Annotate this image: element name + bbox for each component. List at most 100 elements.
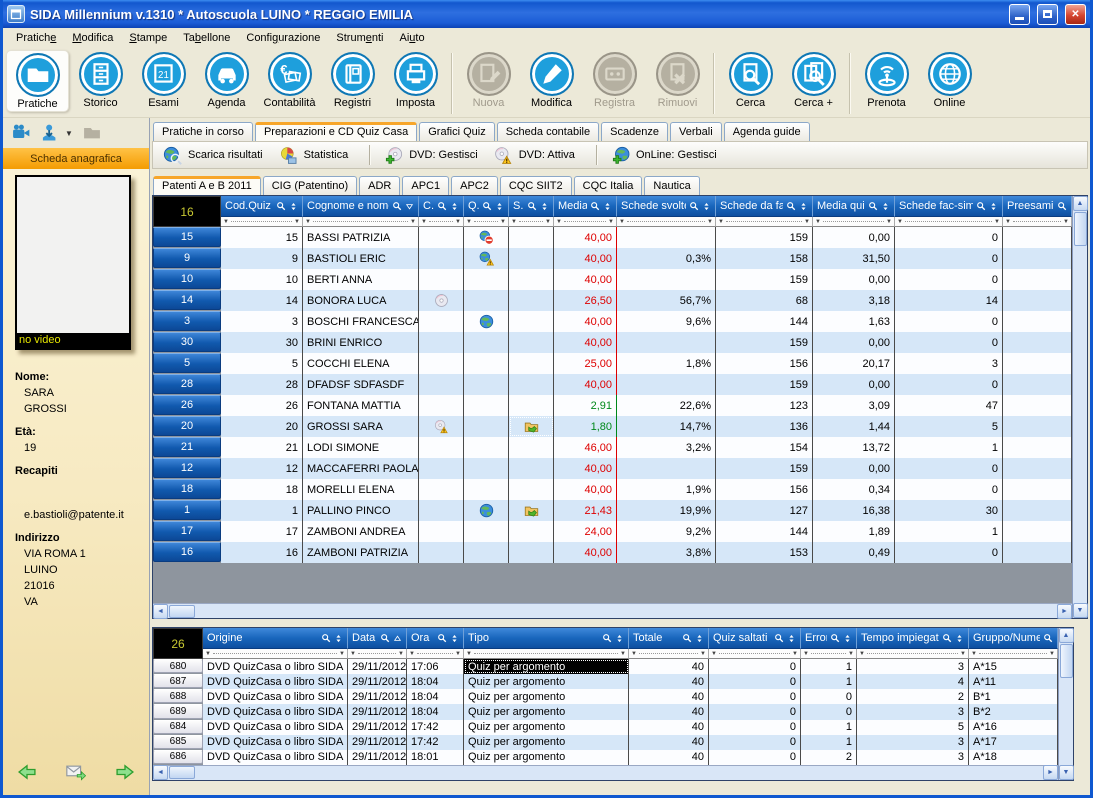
cell-errori[interactable]: 0 [801,689,857,704]
row-select-button[interactable]: 21 [153,437,221,457]
table-row[interactable]: 687DVD QuizCasa o libro SIDA29/11/201218… [153,674,1058,689]
cell-media[interactable]: 40,00 [554,332,617,353]
cell-nome[interactable]: COCCHI ELENA [303,353,419,374]
cell-pre[interactable] [1003,395,1072,416]
cell-media[interactable]: 40,00 [554,269,617,290]
cell-cod[interactable]: 26 [221,395,303,416]
row-select-button[interactable]: 1 [153,500,221,520]
cell-ora[interactable]: 18:04 [407,689,464,704]
scroll-left-button[interactable]: ◄ [153,765,168,780]
column-filter-schede-svolte[interactable]: ▼▼ [617,217,716,227]
cell-media[interactable]: 40,00 [554,311,617,332]
cell-fac[interactable]: 1 [895,437,1003,458]
table-row[interactable]: 686DVD QuizCasa o libro SIDA29/11/201218… [153,750,1058,765]
cell-s[interactable] [509,458,554,479]
cell-cod[interactable]: 15 [221,227,303,248]
cell-totale[interactable]: 40 [629,750,709,765]
cell-nome[interactable]: MACCAFERRI PAOLA [303,458,419,479]
cell-pre[interactable] [1003,479,1072,500]
cell-ora[interactable]: 18:01 [407,750,464,765]
cell-cod[interactable]: 17 [221,521,303,542]
cell-nome[interactable]: DFADSF SDFASDF [303,374,419,395]
cell-s[interactable] [509,290,554,311]
row-select-button[interactable]: 10 [153,269,221,289]
table-row[interactable]: 685DVD QuizCasa o libro SIDA29/11/201217… [153,735,1058,750]
cell-tipo[interactable]: Quiz per argomento [464,659,629,674]
column-filter-totale[interactable]: ▼▼ [629,649,709,659]
cell-c[interactable] [419,521,464,542]
cell-cod[interactable]: 10 [221,269,303,290]
cell-fac[interactable]: 0 [895,479,1003,500]
scroll-right-button[interactable]: ► [1043,765,1058,780]
subtoolbar-online-gestisci-button[interactable]: OnLine: Gestisci [607,144,729,167]
maximize-button[interactable] [1037,4,1058,25]
cell-svolte[interactable]: 56,7% [617,290,716,311]
tab-pratiche-in-corso[interactable]: Pratiche in corso [153,122,253,141]
cell-s[interactable] [509,437,554,458]
cell-media[interactable]: 40,00 [554,374,617,395]
cell-cod[interactable]: 21 [221,437,303,458]
table-row[interactable]: 1818MORELLI ELENA40,001,9%1560,340 [153,479,1072,500]
toolbar-cerca-button[interactable]: Cerca [719,50,782,110]
cell-fare[interactable]: 68 [716,290,813,311]
cell-s[interactable] [509,353,554,374]
cell-pre[interactable] [1003,290,1072,311]
cell-gruppo[interactable]: A*17 [969,735,1058,750]
cell-totale[interactable]: 40 [629,720,709,735]
cell-tempo[interactable]: 3 [857,659,969,674]
column-header-media[interactable]: Media [554,196,617,217]
cell-pre[interactable] [1003,353,1072,374]
cell-media[interactable]: 46,00 [554,437,617,458]
cell-totale[interactable]: 40 [629,689,709,704]
cell-mquiz[interactable]: 0,00 [813,227,895,248]
cell-fare[interactable]: 156 [716,353,813,374]
cell-saltati[interactable]: 0 [709,735,801,750]
cell-q[interactable] [464,311,509,332]
cell-fac[interactable]: 47 [895,395,1003,416]
cell-mquiz[interactable]: 1,63 [813,311,895,332]
toolbar-cerca-button[interactable]: Cerca + [782,50,845,110]
cell-q[interactable] [464,500,509,521]
cell-s[interactable] [509,332,554,353]
column-header-tempo-impiegato[interactable]: Tempo impiegato [857,628,969,649]
cell-data[interactable]: 29/11/2012 [348,750,407,765]
cell-origine[interactable]: DVD QuizCasa o libro SIDA [203,735,348,750]
column-header-c[interactable]: C... [419,196,464,217]
previous-record-button[interactable] [17,762,37,782]
toolbar-esami-button[interactable]: 21Esami [132,50,195,112]
close-button[interactable]: ✕ [1065,4,1086,25]
cell-totale[interactable]: 40 [629,674,709,689]
table-row[interactable]: 680DVD QuizCasa o libro SIDA29/11/201217… [153,659,1058,674]
chevron-down-icon[interactable]: ▼ [65,129,73,138]
next-record-button[interactable] [115,762,135,782]
subtab-cqc-italia[interactable]: CQC Italia [574,176,643,195]
cell-ora[interactable]: 17:42 [407,735,464,750]
cell-pre[interactable] [1003,437,1072,458]
tab-scadenze[interactable]: Scadenze [601,122,668,141]
row-select-button[interactable]: 680 [153,659,203,673]
cell-s[interactable] [509,269,554,290]
cell-media[interactable]: 21,43 [554,500,617,521]
cell-svolte[interactable]: 22,6% [617,395,716,416]
cell-q[interactable] [464,332,509,353]
table-row[interactable]: 1717ZAMBONI ANDREA24,009,2%1441,891 [153,521,1072,542]
cell-media[interactable]: 2,91 [554,395,617,416]
cell-c[interactable] [419,479,464,500]
table-row[interactable]: 55COCCHI ELENA25,001,8%15620,173 [153,353,1072,374]
cell-saltati[interactable]: 0 [709,689,801,704]
cell-svolte[interactable] [617,227,716,248]
cell-q[interactable] [464,269,509,290]
cell-gruppo[interactable]: A*18 [969,750,1058,765]
cell-media[interactable]: 25,00 [554,353,617,374]
cell-mquiz[interactable]: 0,00 [813,458,895,479]
cell-nome[interactable]: BONORA LUCA [303,290,419,311]
cell-fac[interactable]: 0 [895,227,1003,248]
cell-fac[interactable]: 0 [895,458,1003,479]
cell-svolte[interactable]: 1,8% [617,353,716,374]
toolbar-online-button[interactable]: Online [918,50,981,110]
cell-media[interactable]: 40,00 [554,248,617,269]
cell-c[interactable] [419,248,464,269]
subtoolbar-dvd-attiva-button[interactable]: DVD: Attiva [490,144,587,167]
row-select-button[interactable]: 30 [153,332,221,352]
cell-nome[interactable]: BASTIOLI ERIC [303,248,419,269]
